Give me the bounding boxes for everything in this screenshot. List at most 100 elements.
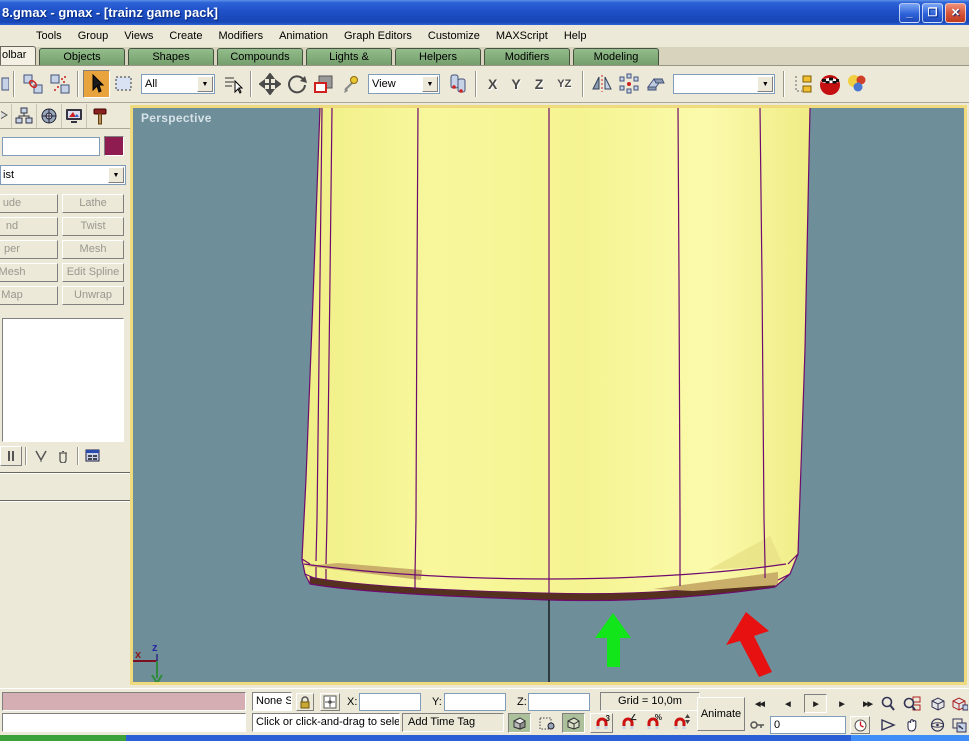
- minimize-button[interactable]: _: [899, 3, 920, 23]
- object-name-field[interactable]: [2, 137, 100, 156]
- display-tab-icon[interactable]: [62, 104, 87, 128]
- select-and-move-icon[interactable]: [256, 70, 283, 98]
- modifier-button-clipped[interactable]: Mesh: [0, 263, 58, 282]
- select-and-rotate-icon[interactable]: [283, 70, 310, 98]
- modifier-button[interactable]: Unwrap UVW: [62, 286, 124, 305]
- set-key-button[interactable]: [748, 716, 767, 734]
- mesh-object[interactable]: [302, 108, 810, 601]
- start-button-sliver[interactable]: [0, 735, 126, 741]
- toolbar-tab[interactable]: Lights & Cameras: [306, 48, 392, 65]
- object-color-swatch[interactable]: [104, 136, 124, 156]
- menu-item[interactable]: MAXScript: [488, 27, 556, 45]
- zoom-all-button[interactable]: [901, 694, 923, 713]
- select-and-manipulate-icon[interactable]: [337, 70, 364, 98]
- clipped-toolbar-icon[interactable]: [0, 70, 9, 98]
- chevron-down-icon[interactable]: ▼: [422, 76, 438, 92]
- current-frame-field[interactable]: [770, 716, 846, 734]
- modifier-stack-list[interactable]: [2, 318, 124, 442]
- reference-coordinate-dropdown[interactable]: View ▼: [368, 74, 440, 94]
- toolbar-tab[interactable]: Objects: [39, 48, 125, 65]
- remove-modifier-icon[interactable]: [52, 446, 74, 466]
- field-of-view-button[interactable]: [877, 715, 899, 734]
- toolbar-tab[interactable]: Modifiers: [484, 48, 570, 65]
- axis-constraint-y-button[interactable]: Y: [504, 74, 527, 94]
- play-button[interactable]: ▶: [804, 694, 827, 713]
- selection-filter-dropdown[interactable]: All ▼: [141, 74, 215, 94]
- use-pivot-point-center-icon[interactable]: [444, 70, 471, 98]
- utilities-tab-icon[interactable]: [87, 104, 112, 128]
- axis-constraint-plane-button[interactable]: YZ: [550, 76, 578, 92]
- menu-item[interactable]: Tools: [28, 27, 70, 45]
- next-frame-button[interactable]: ▶: [830, 694, 853, 713]
- pan-button[interactable]: [901, 715, 923, 734]
- align-icon[interactable]: [789, 70, 816, 98]
- taskbar-active-button-sliver[interactable]: [851, 735, 969, 741]
- snap-to-grid-toggle[interactable]: [535, 713, 558, 733]
- named-selection-sets-icon[interactable]: [642, 70, 669, 98]
- menu-item[interactable]: Help: [556, 27, 595, 45]
- modifier-button[interactable]: Twist: [62, 217, 124, 236]
- material-editor-icon[interactable]: [843, 70, 870, 98]
- angle-snap-toggle[interactable]: ∠: [616, 713, 639, 733]
- snap-3d-toggle[interactable]: 3: [590, 713, 613, 733]
- axis-constraint-z-button[interactable]: Z: [528, 74, 551, 94]
- rectangular-selection-region-icon[interactable]: [110, 70, 137, 98]
- draft-render-toggle[interactable]: [508, 713, 531, 733]
- pin-stack-icon[interactable]: [0, 446, 22, 466]
- menu-item[interactable]: Customize: [420, 27, 488, 45]
- coord-x-field[interactable]: [359, 693, 421, 711]
- min-max-toggle-button[interactable]: [948, 715, 969, 734]
- menu-item[interactable]: Graph Editors: [336, 27, 420, 45]
- modifier-button[interactable]: Mesh Select: [62, 240, 124, 259]
- animate-button[interactable]: Animate: [697, 697, 745, 731]
- goto-end-button[interactable]: ▶▶: [856, 694, 879, 713]
- modifier-button-clipped[interactable]: Map: [0, 286, 58, 305]
- chevron-down-icon[interactable]: ▼: [108, 167, 124, 183]
- select-object-icon[interactable]: [83, 70, 110, 98]
- title-bar[interactable]: 8.gmax - gmax - [trainz game pack] _ ❐ ✕: [0, 0, 969, 25]
- spinner-snap-toggle[interactable]: [668, 713, 691, 733]
- render-icon[interactable]: [816, 70, 843, 98]
- motion-tab-icon[interactable]: [37, 104, 62, 128]
- menu-item[interactable]: Modifiers: [210, 27, 271, 45]
- chevron-down-icon[interactable]: ▼: [757, 76, 773, 92]
- modifier-list-dropdown[interactable]: ist ▼: [0, 165, 126, 185]
- toolbar-tab[interactable]: Helpers: [395, 48, 481, 65]
- modifier-button[interactable]: Lathe: [62, 194, 124, 213]
- select-and-scale-icon[interactable]: [310, 70, 337, 98]
- viewport-label[interactable]: Perspective: [141, 111, 212, 125]
- axis-constraint-x-button[interactable]: X: [481, 74, 504, 94]
- viewport-canvas[interactable]: x z: [133, 108, 964, 682]
- add-time-tag[interactable]: Add Time Tag: [402, 713, 504, 732]
- menu-item[interactable]: Views: [116, 27, 161, 45]
- toolbar-tab[interactable]: Compounds: [217, 48, 303, 65]
- modify-tab-icon[interactable]: [0, 104, 12, 128]
- modifier-button[interactable]: Edit Spline: [62, 263, 124, 282]
- select-by-name-icon[interactable]: [219, 70, 246, 98]
- coord-y-field[interactable]: [444, 693, 506, 711]
- chevron-down-icon[interactable]: ▼: [197, 76, 213, 92]
- menu-item[interactable]: Animation: [271, 27, 336, 45]
- selection-lock-toggle[interactable]: [296, 693, 314, 711]
- previous-frame-button[interactable]: ◀: [776, 694, 799, 713]
- percent-snap-toggle[interactable]: %: [641, 713, 664, 733]
- perspective-viewport[interactable]: Perspective: [130, 105, 967, 685]
- zoom-extents-button[interactable]: [926, 694, 948, 713]
- arc-rotate-button[interactable]: [926, 715, 948, 734]
- close-button[interactable]: ✕: [945, 3, 966, 23]
- degradation-override-toggle[interactable]: [562, 713, 585, 733]
- modifier-button-clipped[interactable]: nd: [0, 217, 58, 236]
- zoom-button[interactable]: [877, 694, 899, 713]
- select-and-link-icon[interactable]: [19, 70, 46, 98]
- restore-button[interactable]: ❐: [922, 3, 943, 23]
- coord-z-field[interactable]: [528, 693, 590, 711]
- menu-item[interactable]: Group: [70, 27, 117, 45]
- named-selection-dropdown[interactable]: ▼: [673, 74, 775, 94]
- time-configuration-button[interactable]: [850, 716, 870, 734]
- tab-main-toolbar-partial[interactable]: olbar: [0, 46, 36, 65]
- toolbar-tab[interactable]: Modeling: [573, 48, 659, 65]
- configure-modifier-sets-icon[interactable]: [82, 446, 104, 466]
- selection-set-display[interactable]: None S: [252, 692, 292, 711]
- modifier-button-clipped[interactable]: ude: [0, 194, 58, 213]
- goto-start-button[interactable]: ◀◀: [748, 694, 771, 713]
